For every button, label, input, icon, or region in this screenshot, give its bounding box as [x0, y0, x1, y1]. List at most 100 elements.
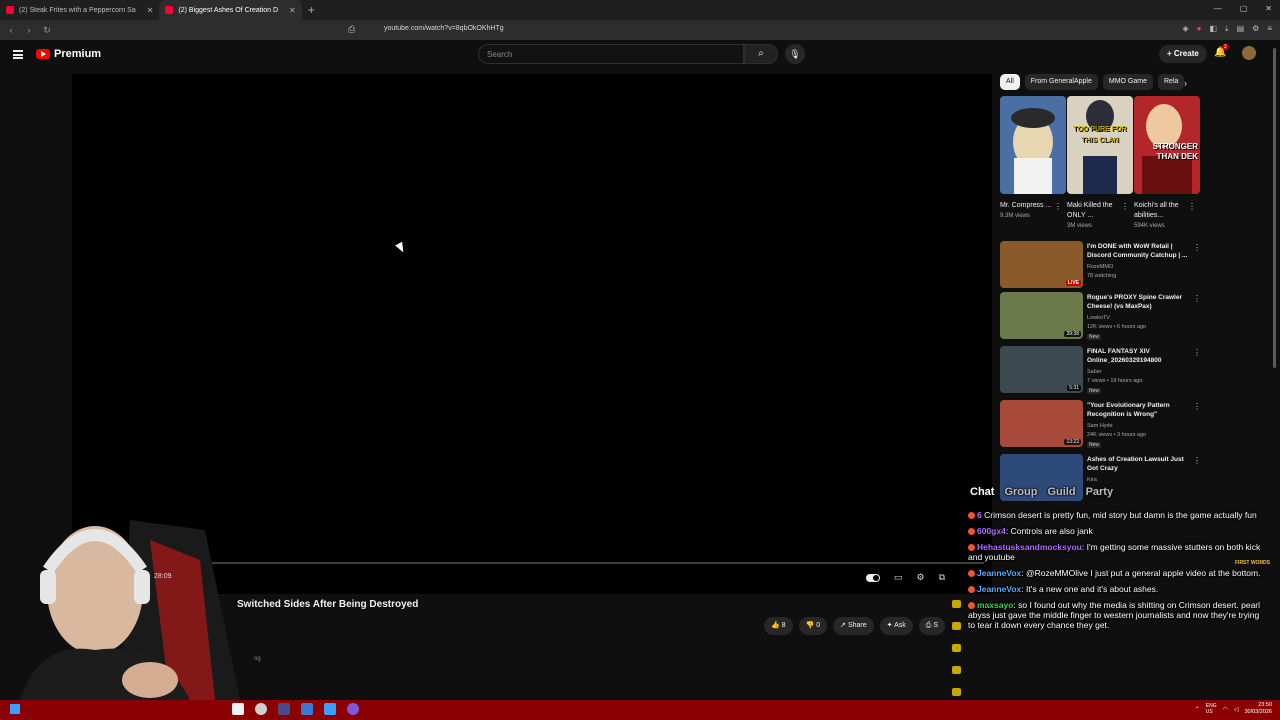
recommendation-title[interactable]: Ashes of Creation Lawsuit Just Got Crazy	[1087, 455, 1189, 473]
discord-app-icon[interactable]	[347, 703, 359, 715]
more-options-icon[interactable]: ⋮	[1193, 456, 1201, 465]
chat-tab-guild[interactable]: Guild	[1047, 486, 1075, 498]
recommendation-item[interactable]: 39:38 Rogue's PROXY Spine Crawler Cheese…	[1000, 292, 1201, 340]
browser-tab-steak[interactable]: (2) Steak Frites with a Peppercorn Sa ✕	[0, 0, 159, 20]
more-options-icon[interactable]: ⋮	[1193, 348, 1201, 357]
minimize-icon[interactable]: —	[1214, 4, 1222, 13]
voice-search-icon[interactable]: 🎙	[785, 44, 805, 64]
browser-tab-ashes[interactable]: (2) Biggest Ashes Of Creation D ✕	[159, 0, 302, 20]
chat-text: @RozeMMOlive I just put a general apple …	[1026, 568, 1261, 578]
menu-icon[interactable]: ≡	[1267, 24, 1272, 34]
bookmark-icon[interactable]: ⎙	[348, 24, 355, 35]
more-options-icon[interactable]: ⋮	[1188, 202, 1196, 211]
page-scrollbar[interactable]	[1273, 48, 1276, 368]
recommendation-item[interactable]: 5:31 FINAL FANTASY XIV Online_2026032919…	[1000, 346, 1201, 394]
start-icon[interactable]	[10, 704, 20, 714]
captions-icon[interactable]: ▭	[894, 572, 903, 583]
short-item[interactable]: STRONGER THAN DEK Koichi's all the abili…	[1134, 96, 1200, 229]
dislike-button[interactable]: 👎 0	[798, 617, 828, 635]
more-options-icon[interactable]: ⋮	[1193, 402, 1201, 411]
more-options-icon[interactable]: ⋮	[1193, 243, 1201, 252]
short-thumbnail[interactable]	[1000, 96, 1066, 194]
extension-icon[interactable]: ◈	[1182, 24, 1188, 34]
short-title[interactable]: Mr. Compress ...	[1000, 201, 1054, 211]
chip-mmo-game[interactable]: MMO Game	[1102, 74, 1153, 90]
download-icon[interactable]: ⤓	[1225, 24, 1229, 34]
chat-tab-party[interactable]: Party	[1086, 486, 1114, 498]
clock[interactable]: 23:50 30/03/2026	[1244, 702, 1272, 716]
short-views: 594K views	[1134, 223, 1165, 229]
new-tab-button[interactable]: +	[308, 3, 315, 17]
close-tab-icon[interactable]: ✕	[147, 6, 154, 15]
video-timecode: 28:09	[154, 573, 172, 580]
extension-icon[interactable]: ◧	[1209, 24, 1217, 34]
settings-icon[interactable]: ⚙	[1252, 24, 1259, 34]
recommendation-title[interactable]: I'm DONE with WoW Retail | Discord Commu…	[1087, 242, 1189, 260]
recommendation-title[interactable]: Rogue's PROXY Spine Crawler Cheese! (vs …	[1087, 293, 1189, 311]
recommendation-title[interactable]: FINAL FANTASY XIV Online_20260329194800	[1087, 347, 1189, 365]
recommendation-channel[interactable]: Sam Hyde	[1087, 423, 1113, 429]
share-button[interactable]: ↗ Share	[833, 617, 874, 635]
recommendation-item[interactable]: LIVE I'm DONE with WoW Retail | Discord …	[1000, 241, 1201, 289]
file-app-icon[interactable]	[232, 703, 244, 715]
recommendation-thumbnail[interactable]: 5:31	[1000, 346, 1083, 393]
chevron-right-icon[interactable]: ›	[1184, 78, 1187, 88]
short-title[interactable]: Koichi's all the abilities...	[1134, 201, 1188, 221]
close-tab-icon[interactable]: ✕	[289, 6, 296, 15]
short-item[interactable]: Mr. Compress ... 9.3M views ⋮	[1000, 96, 1066, 219]
app-icon[interactable]	[324, 703, 336, 715]
recommendation-thumbnail[interactable]: 39:38	[1000, 292, 1083, 339]
back-icon[interactable]: ‹	[4, 25, 18, 35]
chat-tab-chat[interactable]: Chat	[970, 486, 994, 498]
extension-icon[interactable]: ●	[1197, 24, 1202, 34]
search-input[interactable]: Search	[478, 44, 744, 64]
recommendation-channel[interactable]: LowkoTV	[1087, 315, 1110, 321]
autoplay-toggle[interactable]	[866, 573, 880, 582]
close-window-icon[interactable]: ✕	[1265, 4, 1272, 13]
recommendation-thumbnail[interactable]: LIVE	[1000, 241, 1083, 288]
app-icon[interactable]	[278, 703, 290, 715]
create-button[interactable]: + Create	[1159, 45, 1207, 63]
miniplayer-icon[interactable]: ⧉	[939, 572, 945, 583]
ask-button[interactable]: ✦ Ask	[879, 617, 913, 635]
chat-text: Crimson desert is pretty fun, mid story …	[984, 510, 1257, 520]
chat-text: It's a new one and it's about ashes.	[1026, 584, 1159, 594]
settings-gear-icon[interactable]: ⚙	[917, 572, 925, 583]
more-options-icon[interactable]: ⋮	[1054, 202, 1062, 211]
more-options-icon[interactable]: ⋮	[1193, 294, 1201, 303]
maximize-icon[interactable]: ▢	[1240, 4, 1248, 13]
chip-related[interactable]: Rela	[1158, 74, 1185, 90]
recommendation-meta: 12K views • 6 hours ago	[1087, 324, 1147, 330]
search-button[interactable]: ⌕	[744, 44, 778, 64]
share-label: Share	[847, 622, 867, 629]
sidebar-icon[interactable]: ▤	[1237, 24, 1245, 34]
address-bar-url[interactable]: youtube.com/watch?v=8qbOkOKhHTg	[384, 25, 504, 32]
language-indicator[interactable]: ENG US	[1206, 703, 1217, 715]
chat-tab-group[interactable]: Group	[1004, 486, 1037, 498]
app-icon[interactable]	[301, 703, 313, 715]
hamburger-menu-icon[interactable]	[13, 50, 23, 59]
stream-chat-overlay: Chat Group Guild Party FIRST WORDS 6 Cri…	[962, 484, 1280, 700]
recommendation-channel[interactable]: Kira	[1087, 477, 1097, 483]
tray-chevron-icon[interactable]: ⌃	[1195, 706, 1200, 713]
recommendation-item[interactable]: 13:22 "Your Evolutionary Pattern Recogni…	[1000, 400, 1201, 448]
wifi-icon[interactable]: ◠	[1223, 706, 1228, 713]
recommendation-channel[interactable]: RozeMMO	[1087, 264, 1113, 270]
short-title[interactable]: Maki Killed the ONLY ...	[1067, 201, 1121, 221]
short-item[interactable]: TOO PURE FOR THIS CLAN Maki Killed the O…	[1067, 96, 1133, 229]
youtube-logo[interactable]: Premium	[36, 48, 101, 60]
reload-icon[interactable]: ↻	[40, 25, 54, 36]
volume-icon[interactable]: ◁	[1234, 706, 1239, 713]
recommendation-thumbnail[interactable]: 13:22	[1000, 400, 1083, 447]
forward-icon[interactable]: ›	[22, 25, 36, 35]
save-button[interactable]: ⎙ S	[918, 617, 945, 635]
youtube-header: Premium Search ⌕ 🎙 + Create 🔔 2	[0, 40, 1280, 72]
more-options-icon[interactable]: ⋮	[1121, 202, 1129, 211]
recommendation-title[interactable]: "Your Evolutionary Pattern Recognition i…	[1087, 401, 1189, 419]
account-avatar[interactable]	[1242, 46, 1256, 60]
recommendation-channel[interactable]: Saber	[1087, 369, 1102, 375]
obs-app-icon[interactable]	[255, 703, 267, 715]
chip-all[interactable]: All	[1000, 74, 1020, 90]
like-button[interactable]: 👍 8	[764, 617, 793, 635]
chip-from-generalapple[interactable]: From GeneralApple	[1024, 74, 1098, 90]
